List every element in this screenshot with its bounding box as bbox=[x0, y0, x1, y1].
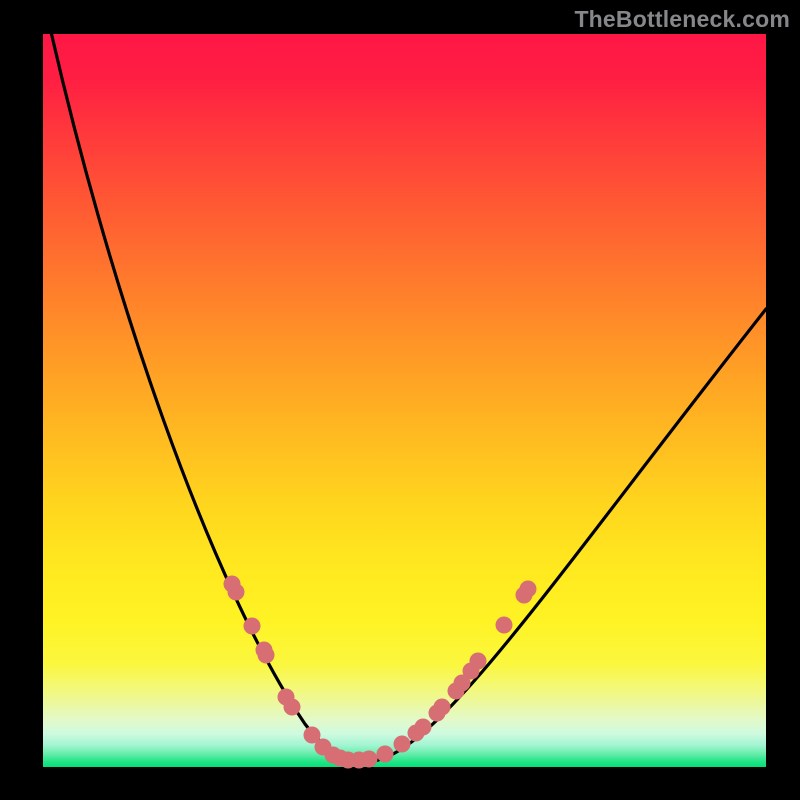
bottleneck-curve bbox=[43, 34, 766, 762]
data-point bbox=[377, 746, 394, 763]
data-point bbox=[258, 647, 275, 664]
plot-area bbox=[43, 34, 766, 767]
data-point bbox=[284, 699, 301, 716]
data-point bbox=[434, 699, 451, 716]
data-point bbox=[470, 653, 487, 670]
data-point bbox=[228, 584, 245, 601]
data-point bbox=[415, 719, 432, 736]
data-point bbox=[394, 736, 411, 753]
watermark-text: TheBottleneck.com bbox=[574, 6, 790, 33]
curve-svg bbox=[43, 34, 766, 767]
data-point bbox=[520, 581, 537, 598]
data-point bbox=[496, 617, 513, 634]
chart-frame: TheBottleneck.com bbox=[0, 0, 800, 800]
data-point bbox=[361, 751, 378, 768]
data-point bbox=[244, 618, 261, 635]
